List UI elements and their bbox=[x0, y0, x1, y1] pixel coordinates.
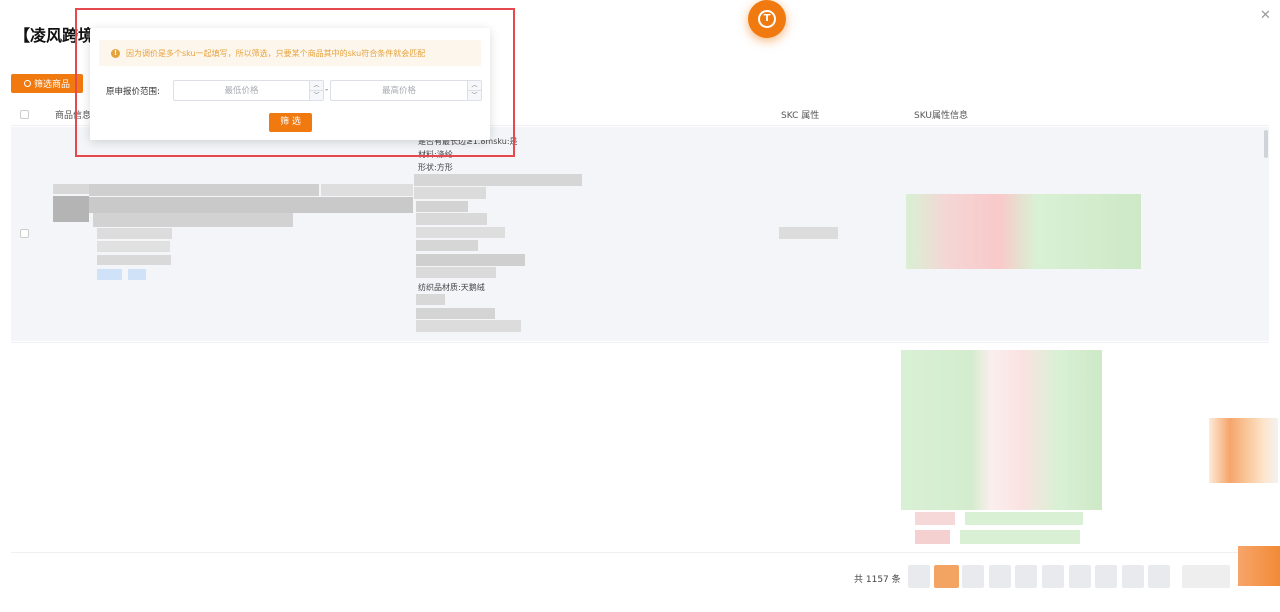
blurred-sku-info bbox=[906, 194, 1141, 269]
select-all-checkbox[interactable] bbox=[20, 110, 29, 119]
pagination-page[interactable] bbox=[962, 565, 984, 588]
blurred-content bbox=[89, 197, 413, 213]
page-size-select[interactable] bbox=[1182, 565, 1230, 588]
header-sku: SKU属性信息 bbox=[914, 111, 968, 121]
blurred-image bbox=[1209, 418, 1278, 483]
blurred-content bbox=[965, 512, 1083, 525]
blurred-content bbox=[414, 187, 486, 199]
blurred-content bbox=[416, 308, 495, 319]
floating-assistant-button[interactable]: T bbox=[748, 0, 786, 38]
table-row[interactable]: 是否有最长边≥1.8msku:是 材料:涤纶 形状:方形 纺织品材质:天鹅绒 bbox=[11, 127, 1269, 341]
pagination-current-page[interactable] bbox=[934, 565, 959, 588]
blurred-content bbox=[416, 254, 525, 266]
close-icon[interactable]: ✕ bbox=[1260, 8, 1271, 23]
blurred-content bbox=[93, 213, 293, 227]
blurred-content bbox=[915, 512, 955, 525]
pagination-page[interactable] bbox=[1069, 565, 1091, 588]
pagination-page[interactable] bbox=[989, 565, 1011, 588]
blurred-content bbox=[416, 240, 478, 251]
blurred-content bbox=[414, 174, 582, 186]
blurred-content bbox=[915, 530, 950, 544]
blurred-content bbox=[960, 530, 1080, 544]
blurred-content bbox=[97, 255, 171, 265]
attr-line: 形状:方形 bbox=[418, 163, 453, 172]
blurred-content bbox=[416, 213, 487, 225]
footer-divider bbox=[11, 552, 1269, 553]
blurred-tag bbox=[97, 269, 122, 280]
filter-products-button[interactable]: 筛选商品 bbox=[11, 74, 83, 93]
annotation-highlight-box bbox=[75, 8, 515, 157]
pagination-page[interactable] bbox=[1042, 565, 1064, 588]
header-skc: SKC 属性 bbox=[781, 111, 820, 121]
row-checkbox[interactable] bbox=[20, 229, 29, 238]
total-count: 共 1157 条 bbox=[854, 575, 901, 585]
pagination-next[interactable] bbox=[1148, 565, 1170, 588]
product-thumbnail bbox=[53, 196, 89, 222]
blurred-content bbox=[97, 228, 172, 239]
blurred-content bbox=[97, 241, 170, 252]
blurred-content bbox=[416, 201, 468, 212]
blurred-content bbox=[89, 184, 319, 196]
row-divider bbox=[11, 342, 1269, 343]
pagination-page[interactable] bbox=[1015, 565, 1037, 588]
blurred-skc bbox=[779, 227, 838, 239]
blurred-content bbox=[416, 320, 521, 332]
blurred-sku-info bbox=[901, 350, 1102, 510]
blurred-tag bbox=[128, 269, 146, 280]
pagination-page[interactable] bbox=[1095, 565, 1117, 588]
t-logo-icon: T bbox=[758, 10, 776, 28]
attr-line: 纺织品材质:天鹅绒 bbox=[418, 283, 485, 292]
blurred-content bbox=[416, 267, 496, 278]
blurred-content bbox=[321, 184, 413, 196]
pagination-prev[interactable] bbox=[908, 565, 930, 588]
page-root: 【凌风跨境 ✕ T 筛选商品 商品信息 SKC 属性 SKU属性信息 是否有最长… bbox=[0, 0, 1280, 612]
vertical-scrollbar[interactable] bbox=[1264, 130, 1268, 158]
search-icon bbox=[23, 80, 31, 87]
filter-products-label: 筛选商品 bbox=[33, 80, 70, 90]
blurred-content bbox=[53, 184, 89, 194]
pagination-page[interactable] bbox=[1122, 565, 1144, 588]
blurred-image bbox=[1238, 546, 1280, 586]
blurred-content bbox=[416, 227, 505, 238]
blurred-content bbox=[416, 294, 445, 305]
